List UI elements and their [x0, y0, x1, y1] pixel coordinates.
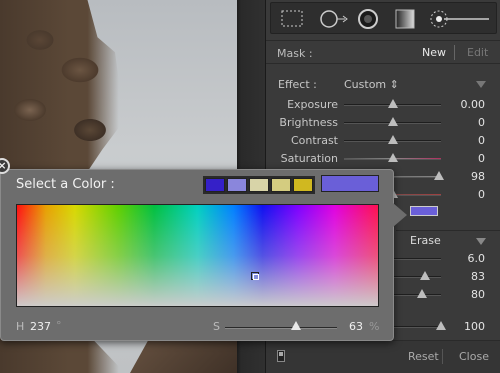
slider-label: Contrast: [290, 134, 338, 147]
brush-slider-value[interactable]: 80: [471, 288, 485, 301]
panel-toggle-switch[interactable]: [277, 350, 285, 362]
erase-button[interactable]: Erase: [410, 234, 441, 247]
brush-slider-value[interactable]: 100: [464, 320, 485, 333]
adjust-slider-row: Brightness 0: [266, 114, 500, 132]
slider-knob[interactable]: [387, 99, 398, 108]
adjust-slider[interactable]: [344, 135, 441, 144]
color-selector-marker[interactable]: [251, 272, 259, 280]
mask-new-button[interactable]: New: [422, 46, 446, 59]
slider-value[interactable]: 0.00: [461, 98, 486, 111]
current-color-swatch: [321, 175, 379, 192]
spot-removal-icon[interactable]: [319, 9, 349, 29]
slider-value[interactable]: 0: [478, 116, 485, 129]
tool-strip: [270, 2, 497, 34]
mask-separator: [454, 45, 455, 60]
graduated-filter-icon[interactable]: [395, 9, 415, 29]
close-icon[interactable]: ×: [0, 158, 10, 174]
picker-title: Select a Color :: [16, 177, 115, 192]
adjust-slider[interactable]: [344, 99, 441, 108]
collapse-triangle-icon[interactable]: [476, 238, 486, 245]
adjust-slider[interactable]: [344, 153, 441, 162]
mask-row: Mask : New Edit: [266, 40, 500, 64]
color-spectrum[interactable]: [16, 204, 379, 307]
slider-knob[interactable]: [419, 271, 430, 280]
adjustment-brush-icon[interactable]: [429, 9, 493, 29]
crop-overlay-icon[interactable]: [281, 9, 303, 29]
preset-swatch[interactable]: [249, 178, 269, 192]
saturation-label: S: [213, 320, 220, 333]
brush-slider-value[interactable]: 6.0: [468, 252, 486, 265]
slider-knob[interactable]: [387, 135, 398, 144]
reset-button[interactable]: Reset: [408, 350, 439, 363]
brush-slider-value[interactable]: 83: [471, 270, 485, 283]
effect-label: Effect :: [278, 78, 317, 91]
adjust-slider-row: Contrast 0: [266, 132, 500, 150]
slider-value[interactable]: 0: [478, 188, 485, 201]
slider-label: Brightness: [279, 116, 338, 129]
close-button[interactable]: Close: [459, 350, 489, 363]
preset-swatch[interactable]: [271, 178, 291, 192]
preset-swatches: [203, 176, 315, 194]
adjust-slider[interactable]: [344, 117, 441, 126]
button-separator: [442, 349, 443, 364]
preset-swatch[interactable]: [293, 178, 313, 192]
hue-label: H: [16, 320, 25, 333]
mask-label: Mask :: [277, 47, 313, 60]
preset-swatch[interactable]: [205, 178, 225, 192]
red-eye-icon[interactable]: [357, 9, 379, 29]
saturation-slider[interactable]: [225, 321, 337, 330]
slider-knob[interactable]: [416, 289, 427, 298]
adjust-slider-row: Exposure 0.00: [266, 96, 500, 114]
collapse-triangle-icon[interactable]: [476, 81, 486, 88]
slider-value[interactable]: 0: [478, 152, 485, 165]
adjust-slider-row: Saturation 0: [266, 150, 500, 168]
slider-label: Exposure: [287, 98, 338, 111]
bottom-bar: Reset Close: [266, 340, 500, 373]
effect-dropdown[interactable]: Custom ⇕: [344, 78, 399, 91]
saturation-unit: %: [369, 320, 380, 333]
slider-knob[interactable]: [436, 321, 446, 330]
erase-header: Erase: [396, 230, 500, 250]
slider-knob[interactable]: [387, 117, 398, 126]
slider-label: Saturation: [280, 152, 338, 165]
hue-value[interactable]: 237: [30, 320, 51, 333]
slider-knob[interactable]: [434, 171, 445, 180]
slider-value[interactable]: 0: [478, 134, 485, 147]
slider-value[interactable]: 98: [471, 170, 485, 183]
hue-unit: °: [56, 319, 62, 332]
saturation-value[interactable]: 63: [349, 320, 363, 333]
color-picker-popup: × Select a Color : H 237 ° S 63 %: [0, 158, 407, 341]
preset-swatch[interactable]: [227, 178, 247, 192]
mask-edit-button[interactable]: Edit: [467, 46, 488, 59]
saturation-slider-knob[interactable]: [290, 321, 301, 330]
mask-color-swatch[interactable]: [410, 206, 438, 216]
effect-row: Effect : Custom ⇕: [266, 75, 500, 93]
slider-knob[interactable]: [387, 153, 398, 162]
